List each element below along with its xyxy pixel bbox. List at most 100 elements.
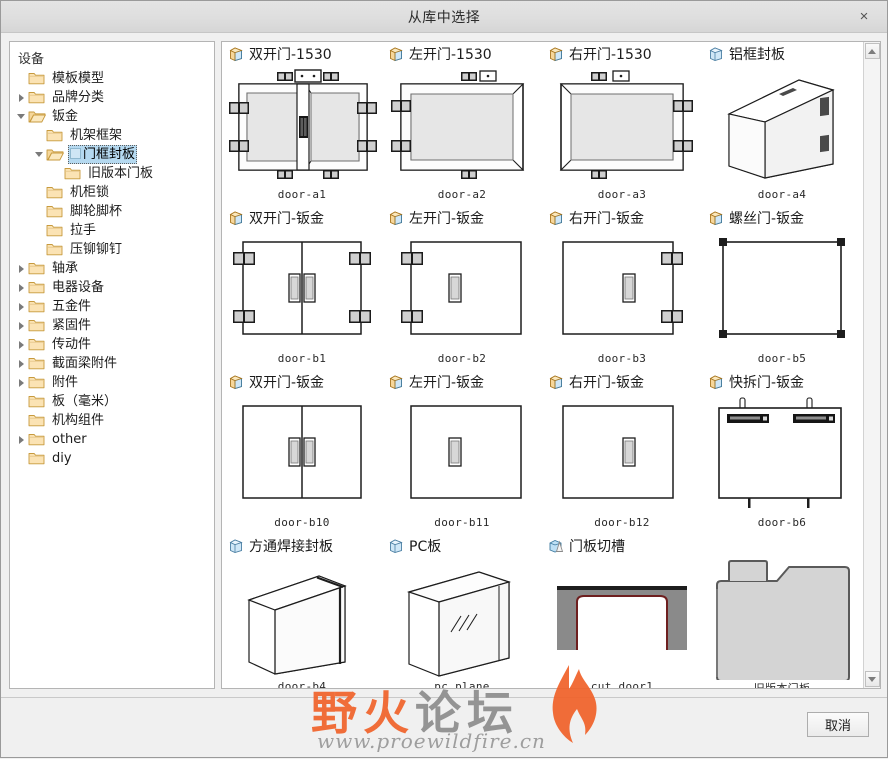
chevron-right-icon[interactable] (14, 297, 28, 316)
library-item-thumbnail[interactable] (707, 66, 857, 188)
library-tree-pane[interactable]: 设备 模板模型 品牌分类 钣金 机架框架 门框封板 旧版本门板 机柜锁 脚轮脚杯 拉手 压铆铆钉轴… (9, 41, 215, 689)
tree-item-截面梁附件[interactable]: 截面梁附件 (10, 354, 214, 373)
tree-item-机架框架[interactable]: 机架框架 (10, 126, 214, 145)
scrollbar-track[interactable] (864, 60, 880, 670)
chevron-right-icon[interactable] (14, 373, 28, 392)
library-item-thumbnail[interactable] (707, 230, 857, 352)
library-item-thumbnail[interactable] (387, 66, 537, 188)
library-item-thumbnail[interactable] (387, 230, 537, 352)
library-item[interactable]: 右开门-钣金 door-b12 (542, 370, 702, 534)
library-item[interactable]: 快拆门-钣金 door-b6 (702, 370, 862, 534)
library-item[interactable]: 铝框封板 door-a4 (702, 42, 862, 206)
library-item-thumbnail[interactable] (227, 66, 377, 188)
library-item[interactable]: 方通焊接封板 door-b4 (222, 534, 382, 688)
tree-item-电器设备[interactable]: 电器设备 (10, 278, 214, 297)
library-item-header[interactable]: 铝框封板 (702, 42, 862, 66)
tree-item-品牌分类[interactable]: 品牌分类 (10, 88, 214, 107)
cube-yellow-icon (548, 374, 564, 390)
tree-item-label: 电器设备 (52, 280, 105, 295)
library-item-header[interactable]: 快拆门-钣金 (702, 370, 862, 394)
library-item-header[interactable]: 左开门-钣金 (382, 206, 542, 230)
folder-open-icon (28, 109, 46, 124)
library-item[interactable]: 右开门-钣金 door-b3 (542, 206, 702, 370)
twist-spacer (32, 240, 46, 259)
library-item-label: 左开门-钣金 (409, 375, 485, 391)
library-item[interactable]: 双开门-钣金 door-b1 (222, 206, 382, 370)
chevron-right-icon[interactable] (14, 430, 28, 449)
cube-yellow-icon (228, 46, 244, 62)
chevron-right-icon[interactable] (14, 354, 28, 373)
chevron-right-icon[interactable] (14, 316, 28, 335)
tree-item-机构组件[interactable]: 机构组件 (10, 411, 214, 430)
library-item-header[interactable]: 右开门-钣金 (542, 370, 702, 394)
tree-item-模板模型[interactable]: 模板模型 (10, 69, 214, 88)
tree-item-diy[interactable]: diy (10, 449, 214, 468)
tree-item-other[interactable]: other (10, 430, 214, 449)
library-item-thumbnail[interactable] (547, 394, 697, 516)
library-item-thumbnail[interactable] (387, 394, 537, 516)
library-item-header[interactable]: 右开门-钣金 (542, 206, 702, 230)
tree-item-text: 门框封板 (83, 147, 136, 162)
chevron-right-icon[interactable] (14, 335, 28, 354)
tree-item-机柜锁[interactable]: 机柜锁 (10, 183, 214, 202)
chevron-right-icon[interactable] (14, 278, 28, 297)
library-item-header[interactable]: 双开门-1530 (222, 42, 382, 66)
tree-item-轴承[interactable]: 轴承 (10, 259, 214, 278)
library-item-thumbnail[interactable] (387, 558, 537, 680)
library-item-header[interactable]: PC板 (382, 534, 542, 558)
library-item-header[interactable]: 右开门-1530 (542, 42, 702, 66)
chevron-down-icon[interactable] (14, 107, 28, 126)
chevron-down-icon[interactable] (32, 145, 46, 164)
library-item-caption: pc_plane (434, 680, 490, 688)
library-item-thumbnail[interactable] (547, 66, 697, 188)
library-item[interactable]: 螺丝门-钣金 door-b5 (702, 206, 862, 370)
items-vertical-scrollbar[interactable] (863, 42, 880, 688)
library-item-thumbnail[interactable] (707, 558, 857, 680)
library-item-header[interactable]: 左开门-1530 (382, 42, 542, 66)
library-item-caption: door-b5 (757, 352, 807, 365)
tree-item-钣金[interactable]: 钣金 (10, 107, 214, 126)
library-item-thumbnail[interactable] (227, 230, 377, 352)
library-item-header[interactable] (702, 534, 862, 558)
library-item[interactable]: 双开门-1530 door-a1 (222, 42, 382, 206)
library-item[interactable]: 右开门-1530 door-a3 (542, 42, 702, 206)
scroll-down-button[interactable] (864, 671, 880, 687)
library-item[interactable]: 左开门-钣金 door-b11 (382, 370, 542, 534)
library-item-caption: door-a4 (757, 188, 807, 201)
tree-item-紧固件[interactable]: 紧固件 (10, 316, 214, 335)
library-item-header[interactable]: 双开门-钣金 (222, 206, 382, 230)
chevron-right-icon[interactable] (14, 259, 28, 278)
cancel-button[interactable]: 取消 (807, 712, 869, 737)
library-item-thumbnail[interactable] (227, 394, 377, 516)
library-item[interactable]: 左开门-钣金 door-b2 (382, 206, 542, 370)
library-item[interactable]: 双开门-钣金 door-b10 (222, 370, 382, 534)
items-row: 方通焊接封板 door-b4 PC板 pc_plane 门板切槽 cut_door1 旧版本… (222, 534, 863, 688)
tree-item-拉手[interactable]: 拉手 (10, 221, 214, 240)
library-item-header[interactable]: 方通焊接封板 (222, 534, 382, 558)
library-item[interactable]: PC板 pc_plane (382, 534, 542, 688)
library-item[interactable]: 左开门-1530 door-a2 (382, 42, 542, 206)
scroll-up-button[interactable] (864, 43, 880, 59)
tree-item-传动件[interactable]: 传动件 (10, 335, 214, 354)
library-item-header[interactable]: 左开门-钣金 (382, 370, 542, 394)
library-item-thumbnail[interactable] (547, 558, 697, 680)
tree-item-板（毫米）[interactable]: 板（毫米） (10, 392, 214, 411)
tree-item-五金件[interactable]: 五金件 (10, 297, 214, 316)
library-item-header[interactable]: 双开门-钣金 (222, 370, 382, 394)
tree-item-附件[interactable]: 附件 (10, 373, 214, 392)
library-item-thumbnail[interactable] (227, 558, 377, 680)
close-icon[interactable]: × (853, 6, 875, 28)
library-item-thumbnail[interactable] (707, 394, 857, 516)
tree-node-list: 模板模型 品牌分类 钣金 机架框架门框封板旧版本门板 机柜锁 脚轮脚杯 拉手 压铆铆钉 轴承电器… (10, 69, 214, 468)
cube-blue-icon (228, 538, 244, 554)
library-item-header[interactable]: 螺丝门-钣金 (702, 206, 862, 230)
tree-item-脚轮脚杯[interactable]: 脚轮脚杯 (10, 202, 214, 221)
tree-item-压铆铆钉[interactable]: 压铆铆钉 (10, 240, 214, 259)
library-item-thumbnail[interactable] (547, 230, 697, 352)
chevron-right-icon[interactable] (14, 88, 28, 107)
library-item[interactable]: 门板切槽 cut_door1 (542, 534, 702, 688)
tree-item-旧版本门板[interactable]: 旧版本门板 (10, 164, 214, 183)
tree-item-门框封板[interactable]: 门框封板 (10, 145, 214, 164)
library-item[interactable]: 旧版本门板 (702, 534, 862, 688)
library-item-header[interactable]: 门板切槽 (542, 534, 702, 558)
